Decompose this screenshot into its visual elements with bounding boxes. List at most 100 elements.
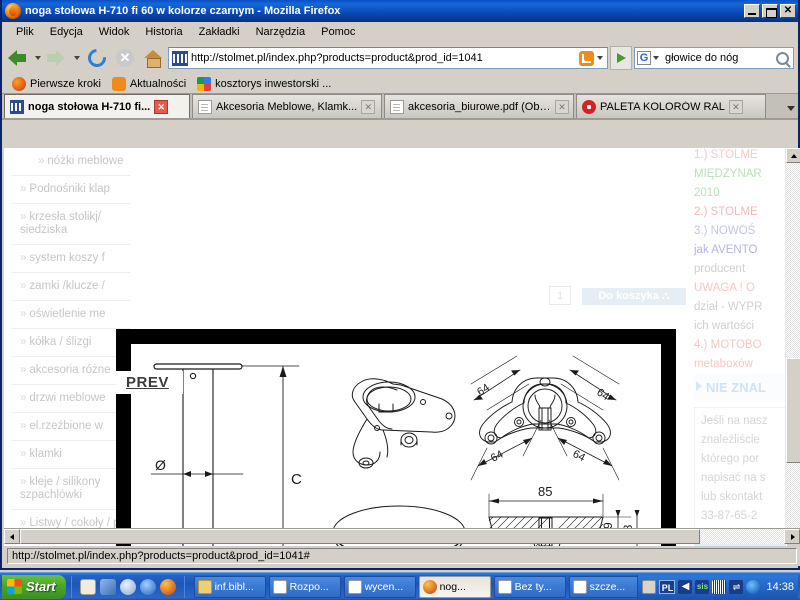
- page-vertical-scrollbar[interactable]: [785, 148, 800, 548]
- maximize-button[interactable]: [762, 4, 778, 18]
- home-button[interactable]: [140, 45, 166, 71]
- tab-label: PALETA KOLORÓW RAL: [600, 100, 725, 113]
- menu-item-pomoc[interactable]: Pomoc: [313, 24, 363, 40]
- keyboard-icon[interactable]: [712, 579, 727, 594]
- chevron-right-icon: »: [20, 183, 27, 195]
- rss-feed-icon[interactable]: [579, 50, 594, 66]
- network-icon[interactable]: ⇌: [729, 579, 744, 594]
- bookmark-pierwsze-kroki[interactable]: Pierwsze kroki: [8, 76, 105, 92]
- notepad-icon[interactable]: [79, 578, 96, 595]
- task-button-bez-ty[interactable]: Bez ty...: [493, 575, 566, 598]
- sidebar-item-kleje-silikony[interactable]: » kleje / silikony szpachlówki: [12, 469, 130, 510]
- sidebar-item-akcesoria-rozne[interactable]: » akcesoria różne: [12, 357, 130, 385]
- forward-history-dropdown[interactable]: [73, 45, 82, 71]
- bookmark-kosztorys[interactable]: kosztorys inwestorski ...: [193, 76, 335, 92]
- tab-close-icon[interactable]: ✕: [555, 99, 569, 114]
- sidebar-item-nozki-meblowe[interactable]: » nóżki meblowe: [12, 148, 130, 176]
- contact-line: którego por: [701, 453, 760, 465]
- task-button-rozpo[interactable]: Rozpo...: [268, 575, 341, 598]
- language-indicator[interactable]: PL: [659, 579, 676, 594]
- bookmark-label: Aktualności: [129, 77, 187, 90]
- search-icon[interactable]: [776, 51, 789, 65]
- tab-close-icon[interactable]: ✕: [728, 99, 743, 114]
- tab-close-icon[interactable]: ✕: [154, 99, 169, 114]
- back-button[interactable]: [6, 45, 32, 71]
- page-horizontal-scrollbar[interactable]: [4, 528, 800, 544]
- task-button-nog[interactable]: nog...: [418, 575, 491, 598]
- printer-icon[interactable]: [642, 579, 657, 594]
- sidebar-item-drzwi-meblowe[interactable]: » drzwi meblowe: [12, 385, 130, 413]
- sidebar-item-label: oświetlenie me: [29, 308, 106, 320]
- forward-button[interactable]: [45, 45, 71, 71]
- menu-item-widok[interactable]: Widok: [91, 24, 138, 40]
- tab-akcesoria-meblowe[interactable]: Akcesoria Meblowe, Klamk... ✕: [192, 94, 382, 118]
- menu-item-zakladki[interactable]: Zakładki: [191, 24, 248, 40]
- firefox-icon[interactable]: [159, 578, 176, 595]
- address-dropdown-icon[interactable]: [596, 45, 605, 71]
- sis-icon[interactable]: sis: [695, 579, 710, 594]
- tab-close-icon[interactable]: ✕: [361, 99, 376, 114]
- navigation-toolbar: ✕ http://stolmet.pl/index.php?products=p…: [2, 42, 798, 74]
- taskbar-clock[interactable]: 14:38: [766, 581, 794, 593]
- sidebar-item-zamki-klucze[interactable]: » zamki /klucze /: [12, 273, 130, 301]
- google-icon: [197, 76, 212, 91]
- sidebar-item-oswietlenie[interactable]: » oświetlenie me: [12, 301, 130, 329]
- news-line: 1.) STOLME: [694, 149, 758, 161]
- lightbox-prev-button[interactable]: PREV: [116, 371, 183, 394]
- chevron-right-icon: »: [20, 448, 27, 460]
- sidebar-item-system-koszy[interactable]: » system koszy f: [12, 245, 130, 273]
- horizontal-scroll-track[interactable]: [20, 529, 784, 544]
- menu-item-edycja[interactable]: Edycja: [42, 24, 91, 40]
- media-icon[interactable]: [99, 578, 116, 595]
- tab-akcesoria-biurowe-pdf[interactable]: akcesoria_biurowe.pdf (Obi... ✕: [384, 94, 574, 118]
- go-button[interactable]: [610, 46, 632, 70]
- quantity-input[interactable]: 1: [549, 286, 571, 305]
- tab-paleta-kolorow-ral[interactable]: PALETA KOLORÓW RAL ✕: [576, 94, 766, 118]
- scroll-left-button[interactable]: [4, 529, 20, 544]
- volume-icon[interactable]: ◀: [678, 579, 693, 594]
- menu-item-narzedzia[interactable]: Narzędzia: [248, 24, 314, 40]
- sidebar-item-label: krzesła stolikj/ siedziska: [20, 211, 101, 236]
- sidebar-item-kolka-slizgi[interactable]: » kółka / ślizgi: [12, 329, 130, 357]
- sidebar-item-el-rzezbione[interactable]: » el.rzeźbione w: [12, 413, 130, 441]
- task-button-wycen[interactable]: wycen...: [343, 575, 416, 598]
- search-engine-dropdown-icon[interactable]: [652, 45, 661, 71]
- scroll-right-button[interactable]: [784, 529, 800, 544]
- chevron-down-icon[interactable]: [782, 96, 798, 118]
- task-button-inf-bibl[interactable]: inf.bibl...: [193, 575, 266, 598]
- search-bar[interactable]: G głowice do nóg: [634, 47, 794, 69]
- chevron-right-icon: »: [20, 364, 27, 376]
- news-line: 3.) NOWOŚ: [694, 225, 756, 237]
- stop-button[interactable]: ✕: [112, 45, 138, 71]
- news-line: producent: [694, 263, 746, 275]
- sidebar-item-podnosniki-klap[interactable]: » Podnośniki klap: [12, 176, 130, 204]
- stolmet-favicon-icon: [10, 99, 24, 114]
- menu-item-historia[interactable]: Historia: [137, 24, 190, 40]
- start-button[interactable]: Start: [2, 574, 66, 599]
- task-button-szcze[interactable]: szcze...: [568, 575, 641, 598]
- bookmark-aktualnosci[interactable]: Aktualności: [108, 76, 190, 92]
- reload-button[interactable]: [84, 45, 110, 71]
- vertical-scroll-thumb[interactable]: [786, 358, 800, 463]
- internet-explorer-icon[interactable]: [139, 578, 156, 595]
- technical-drawing-svg: Ø C 64 64 64 64 85 9: [150, 355, 644, 548]
- bluetooth-icon[interactable]: [746, 579, 761, 594]
- sidebar-item-krzesla-stoliki[interactable]: » krzesła stolikj/ siedziska: [12, 204, 130, 245]
- taskbar-divider: [70, 575, 72, 598]
- address-bar[interactable]: http://stolmet.pl/index.php?products=pro…: [168, 47, 608, 69]
- svg-text:C: C: [291, 471, 302, 488]
- menu-item-plik[interactable]: Plik: [8, 24, 42, 40]
- opera-icon[interactable]: [119, 578, 136, 595]
- sidebar-item-label: system koszy f: [29, 252, 105, 264]
- sidebar-item-klamki[interactable]: » klamki: [12, 441, 130, 469]
- tab-noga-stolowa[interactable]: noga stołowa H-710 fi... ✕: [4, 94, 190, 118]
- horizontal-scroll-thumb[interactable]: [20, 529, 700, 544]
- close-button[interactable]: ✕: [780, 4, 796, 18]
- google-search-engine-icon[interactable]: G: [637, 51, 651, 65]
- scroll-up-button[interactable]: [786, 148, 800, 163]
- status-text: http://stolmet.pl/index.php?products=pro…: [7, 548, 797, 564]
- add-to-cart-button[interactable]: Do koszyka ⛬: [582, 288, 686, 305]
- back-history-dropdown[interactable]: [34, 45, 43, 71]
- search-input[interactable]: głowice do nóg: [661, 52, 776, 64]
- minimize-button[interactable]: [744, 4, 760, 18]
